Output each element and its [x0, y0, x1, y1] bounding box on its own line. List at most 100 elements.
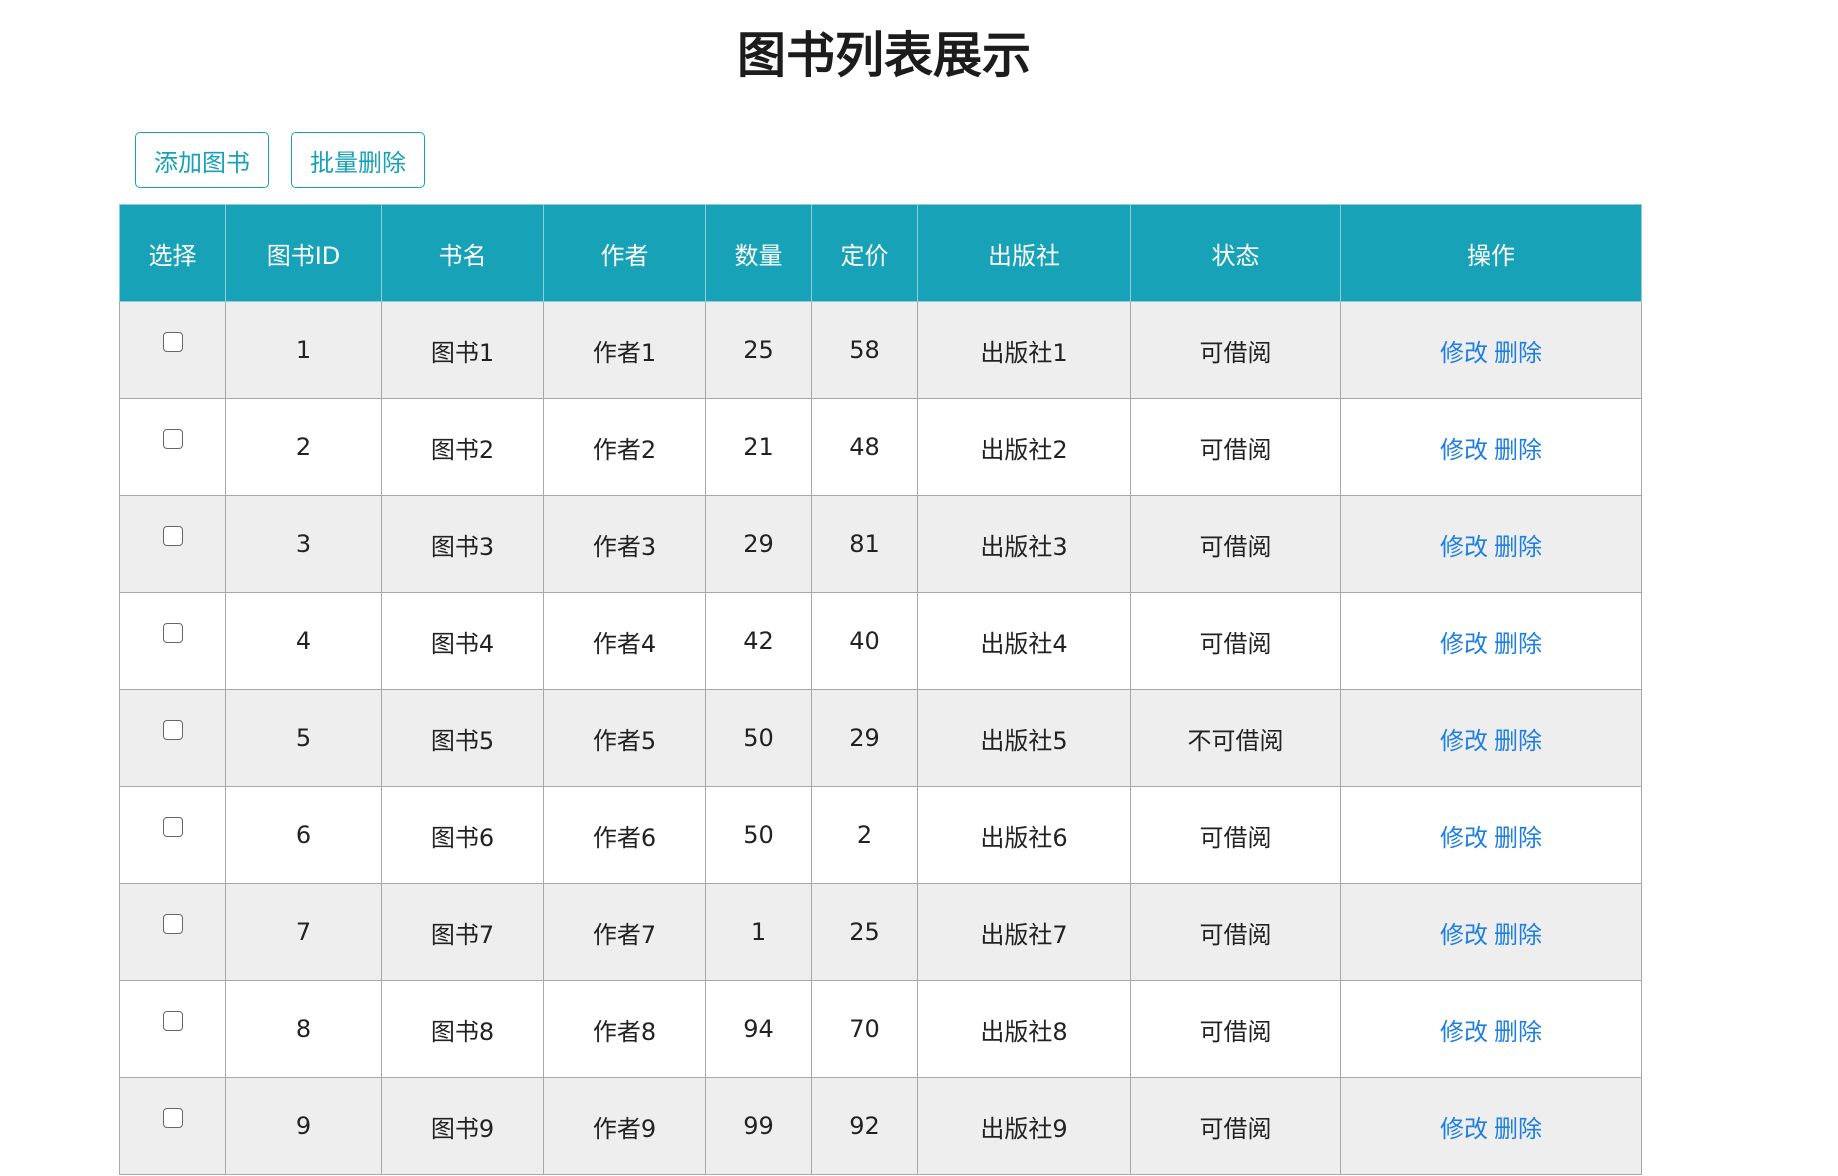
delete-link[interactable]: 删除 [1494, 1018, 1542, 1046]
book-id-cell: 9 [225, 1077, 382, 1175]
header-price: 定价 [811, 204, 918, 302]
count-cell: 50 [705, 786, 812, 884]
edit-link[interactable]: 修改 [1440, 339, 1488, 367]
header-row: 选择 图书ID 书名 作者 数量 定价 出版社 状态 操作 [119, 204, 1642, 302]
toolbar: 添加图书 批量删除 [135, 132, 425, 188]
select-cell [119, 398, 226, 496]
book-name-cell: 图书1 [381, 301, 544, 399]
publisher-cell: 出版社2 [917, 398, 1131, 496]
book-id-cell: 2 [225, 398, 382, 496]
edit-link[interactable]: 修改 [1440, 1018, 1488, 1046]
book-id-cell: 5 [225, 689, 382, 787]
publisher-cell: 出版社1 [917, 301, 1131, 399]
price-cell: 48 [811, 398, 918, 496]
price-cell: 29 [811, 689, 918, 787]
select-cell [119, 1077, 226, 1175]
publisher-cell: 出版社6 [917, 786, 1131, 884]
author-cell: 作者6 [543, 786, 706, 884]
delete-link[interactable]: 删除 [1494, 727, 1542, 755]
header-publisher: 出版社 [917, 204, 1131, 302]
price-cell: 58 [811, 301, 918, 399]
table-row: 7 图书7 作者7 1 25 出版社7 可借阅 修改 删除 [119, 883, 1642, 981]
status-cell: 可借阅 [1130, 301, 1341, 399]
price-cell: 92 [811, 1077, 918, 1175]
page-title: 图书列表展示 [736, 27, 1031, 84]
author-cell: 作者3 [543, 495, 706, 593]
book-name-cell: 图书2 [381, 398, 544, 496]
book-id-cell: 6 [225, 786, 382, 884]
actions-cell: 修改 删除 [1340, 883, 1642, 981]
delete-link[interactable]: 删除 [1494, 630, 1542, 658]
edit-link[interactable]: 修改 [1440, 1115, 1488, 1143]
book-name-cell: 图书8 [381, 980, 544, 1078]
row-select-checkbox[interactable] [162, 526, 183, 546]
status-cell: 可借阅 [1130, 495, 1341, 593]
edit-link[interactable]: 修改 [1440, 727, 1488, 755]
publisher-cell: 出版社7 [917, 883, 1131, 981]
count-cell: 94 [705, 980, 812, 1078]
delete-link[interactable]: 删除 [1494, 1115, 1542, 1143]
delete-link[interactable]: 删除 [1494, 533, 1542, 561]
author-cell: 作者2 [543, 398, 706, 496]
price-cell: 40 [811, 592, 918, 690]
count-cell: 50 [705, 689, 812, 787]
select-cell [119, 883, 226, 981]
edit-link[interactable]: 修改 [1440, 436, 1488, 464]
delete-link[interactable]: 删除 [1494, 921, 1542, 949]
header-book-id: 图书ID [225, 204, 382, 302]
row-select-checkbox[interactable] [162, 1108, 183, 1128]
price-cell: 25 [811, 883, 918, 981]
select-cell [119, 980, 226, 1078]
delete-link[interactable]: 删除 [1494, 339, 1542, 367]
batch-delete-button[interactable]: 批量删除 [291, 132, 425, 188]
row-select-checkbox[interactable] [162, 720, 183, 740]
price-cell: 2 [811, 786, 918, 884]
delete-link[interactable]: 删除 [1494, 436, 1542, 464]
edit-link[interactable]: 修改 [1440, 921, 1488, 949]
actions-cell: 修改 删除 [1340, 980, 1642, 1078]
row-select-checkbox[interactable] [162, 817, 183, 837]
edit-link[interactable]: 修改 [1440, 630, 1488, 658]
edit-link[interactable]: 修改 [1440, 824, 1488, 852]
count-cell: 25 [705, 301, 812, 399]
delete-link[interactable]: 删除 [1494, 824, 1542, 852]
table-row: 6 图书6 作者6 50 2 出版社6 可借阅 修改 删除 [119, 786, 1642, 884]
select-cell [119, 786, 226, 884]
book-id-cell: 8 [225, 980, 382, 1078]
table-row: 1 图书1 作者1 25 58 出版社1 可借阅 修改 删除 [119, 301, 1642, 399]
status-cell: 可借阅 [1130, 883, 1341, 981]
table-header: 选择 图书ID 书名 作者 数量 定价 出版社 状态 操作 [119, 204, 1642, 302]
actions-cell: 修改 删除 [1340, 689, 1642, 787]
publisher-cell: 出版社5 [917, 689, 1131, 787]
row-select-checkbox[interactable] [162, 429, 183, 449]
author-cell: 作者8 [543, 980, 706, 1078]
header-select: 选择 [119, 204, 226, 302]
price-cell: 70 [811, 980, 918, 1078]
count-cell: 21 [705, 398, 812, 496]
count-cell: 1 [705, 883, 812, 981]
actions-cell: 修改 删除 [1340, 592, 1642, 690]
row-select-checkbox[interactable] [162, 1011, 183, 1031]
row-select-checkbox[interactable] [162, 914, 183, 934]
status-cell: 可借阅 [1130, 1077, 1341, 1175]
status-cell: 不可借阅 [1130, 689, 1341, 787]
actions-cell: 修改 删除 [1340, 398, 1642, 496]
book-table-container: 选择 图书ID 书名 作者 数量 定价 出版社 状态 操作 1 图书1 作者1 25 5… [119, 204, 1642, 1175]
row-select-checkbox[interactable] [162, 332, 183, 352]
author-cell: 作者4 [543, 592, 706, 690]
edit-link[interactable]: 修改 [1440, 533, 1488, 561]
row-select-checkbox[interactable] [162, 623, 183, 643]
status-cell: 可借阅 [1130, 980, 1341, 1078]
status-cell: 可借阅 [1130, 786, 1341, 884]
actions-cell: 修改 删除 [1340, 1077, 1642, 1175]
count-cell: 29 [705, 495, 812, 593]
add-book-button[interactable]: 添加图书 [135, 132, 269, 188]
book-name-cell: 图书7 [381, 883, 544, 981]
table-row: 9 图书9 作者9 99 92 出版社9 可借阅 修改 删除 [119, 1077, 1642, 1175]
publisher-cell: 出版社8 [917, 980, 1131, 1078]
table-row: 3 图书3 作者3 29 81 出版社3 可借阅 修改 删除 [119, 495, 1642, 593]
select-cell [119, 592, 226, 690]
publisher-cell: 出版社9 [917, 1077, 1131, 1175]
status-cell: 可借阅 [1130, 592, 1341, 690]
table-body: 1 图书1 作者1 25 58 出版社1 可借阅 修改 删除 2 图书2 作者2 21 48 出版社2 可借阅… [119, 301, 1642, 1175]
